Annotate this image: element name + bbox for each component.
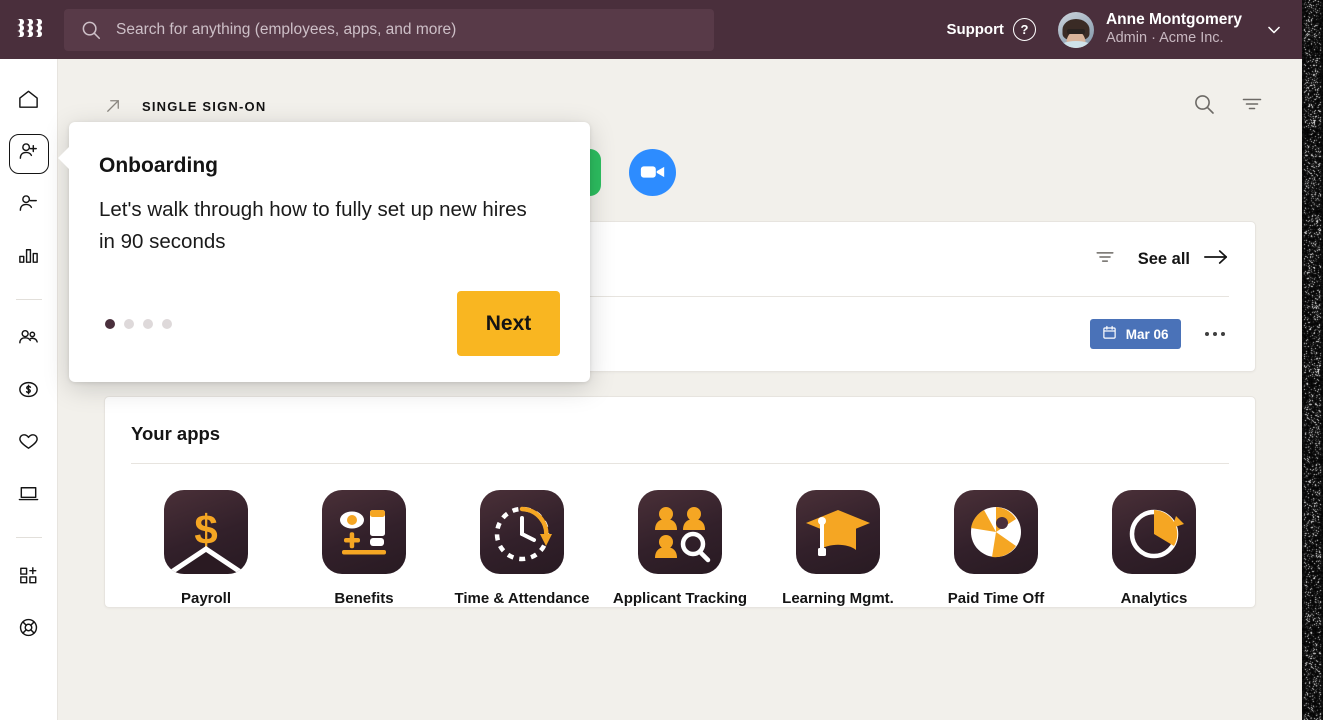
- sidebar-item-offboarding[interactable]: [9, 186, 49, 226]
- rippling-logo-icon[interactable]: [0, 0, 58, 59]
- avatar-body: [1058, 40, 1093, 48]
- popover-title: Onboarding: [99, 154, 218, 177]
- step-dot-2[interactable]: [124, 318, 134, 329]
- support-button[interactable]: Support ?: [946, 18, 1036, 41]
- app-label: Applicant Tracking: [612, 590, 748, 607]
- task-row-actions: Mar 06: [1089, 319, 1230, 349]
- clock-icon: [480, 490, 564, 574]
- sidebar-item-home[interactable]: [9, 82, 49, 122]
- sso-toolbar: [1192, 92, 1264, 121]
- dollar-coin-icon: [17, 378, 40, 406]
- pie-chart-icon: [1112, 490, 1196, 574]
- top-navigation-bar: Support ? Anne Montgomery Admin · Acme I…: [0, 0, 1302, 59]
- user-role: Admin · Acme Inc.: [1105, 30, 1224, 47]
- app-label: Learning Mgmt.: [782, 590, 894, 607]
- person-add-icon: [17, 140, 40, 168]
- avatar[interactable]: [1057, 11, 1094, 48]
- life-ring-icon: [17, 616, 40, 644]
- your-apps-grid: $ Payroll Benefits Time & Attendance App…: [105, 464, 1255, 607]
- support-label: Support: [946, 21, 1004, 38]
- app-tile-analytics[interactable]: Analytics: [1079, 490, 1229, 607]
- tasks-card-actions: See all: [1094, 246, 1229, 273]
- sidebar-item-people[interactable]: [9, 320, 49, 360]
- left-sidebar: [0, 59, 58, 720]
- sidebar-item-benefits[interactable]: [9, 424, 49, 464]
- see-all-label: See all: [1137, 249, 1190, 268]
- app-tile-learning-mgmt[interactable]: Learning Mgmt.: [763, 490, 913, 607]
- step-dot-3[interactable]: [143, 318, 153, 329]
- popover-body: Let's walk through how to fully set up n…: [99, 198, 527, 253]
- person-remove-icon: [17, 192, 40, 220]
- app-tile-paid-time-off[interactable]: Paid Time Off: [921, 490, 1071, 607]
- calendar-icon: [1102, 325, 1117, 343]
- your-apps-card: Your apps $ Payroll Benefits Time & Atte…: [104, 396, 1256, 608]
- sidebar-divider-2: [15, 537, 42, 538]
- step-dot-1[interactable]: [105, 318, 115, 329]
- question-circle-icon: ?: [1012, 18, 1036, 41]
- sidebar-divider-1: [15, 299, 42, 300]
- see-all-button[interactable]: See all: [1138, 247, 1229, 272]
- sidebar-item-help[interactable]: [9, 610, 49, 650]
- popover-footer: Next: [99, 291, 560, 356]
- search-input[interactable]: [116, 20, 698, 39]
- sidebar-item-onboarding[interactable]: [8, 134, 49, 174]
- bar-chart-icon: [17, 244, 40, 272]
- search-icon[interactable]: [1192, 92, 1216, 121]
- search-icon: [80, 19, 102, 41]
- next-button[interactable]: Next: [457, 291, 560, 356]
- screen-edge-artifact: [1302, 0, 1323, 720]
- avatar-glasses: [1066, 28, 1085, 34]
- payroll-dollar-envelope-icon: $: [164, 490, 248, 574]
- people-search-icon: [638, 490, 722, 574]
- filter-icon[interactable]: [1240, 92, 1264, 121]
- grid-add-icon: [17, 564, 40, 592]
- graduation-cap-icon: [796, 490, 880, 574]
- your-apps-title: Your apps: [131, 423, 221, 444]
- sidebar-item-reports[interactable]: [9, 238, 49, 278]
- app-tile-applicant-tracking[interactable]: Applicant Tracking: [605, 490, 755, 607]
- chevron-down-icon[interactable]: [1264, 20, 1284, 40]
- app-tile-benefits[interactable]: Benefits: [289, 490, 439, 607]
- noise-canvas: [1302, 0, 1323, 720]
- app-label: Payroll: [180, 590, 232, 607]
- sso-app-zoom[interactable]: [629, 148, 676, 196]
- due-date-label: Mar 06: [1125, 326, 1169, 342]
- filter-icon[interactable]: [1094, 246, 1116, 273]
- app-label: Paid Time Off: [947, 590, 1045, 607]
- step-dot-4[interactable]: [162, 318, 172, 329]
- home-icon: [17, 88, 40, 116]
- step-indicator: [105, 318, 172, 329]
- sidebar-item-payroll[interactable]: [9, 372, 49, 412]
- user-menu[interactable]: Anne Montgomery Admin · Acme Inc.: [1106, 11, 1242, 48]
- beach-ball-icon: [954, 490, 1038, 574]
- ellipsis-icon[interactable]: [1201, 326, 1230, 343]
- benefits-pill-icon: [322, 490, 406, 574]
- app-tile-time-attendance[interactable]: Time & Attendance: [447, 490, 597, 607]
- global-search-bar[interactable]: [64, 8, 714, 51]
- app-label: Analytics: [1120, 590, 1188, 607]
- arrow-up-right-icon: [104, 97, 122, 115]
- laptop-icon: [17, 482, 40, 510]
- heart-icon: [17, 430, 40, 458]
- top-bar-right-cluster: Support ? Anne Montgomery Admin · Acme I…: [946, 0, 1302, 59]
- app-root: Support ? Anne Montgomery Admin · Acme I…: [0, 0, 1323, 720]
- app-label: Benefits: [334, 590, 394, 607]
- onboarding-popover: Onboarding Let's walk through how to ful…: [58, 122, 590, 382]
- sidebar-item-apps[interactable]: [9, 558, 49, 598]
- sidebar-item-devices[interactable]: [9, 476, 49, 516]
- app-label: Time & Attendance: [454, 590, 590, 607]
- svg-text:$: $: [194, 506, 217, 553]
- user-name: Anne Montgomery: [1105, 11, 1242, 29]
- arrow-right-icon: [1203, 247, 1229, 272]
- status-badge[interactable]: Mar 06: [1089, 319, 1181, 349]
- people-icon: [17, 326, 40, 354]
- app-tile-payroll[interactable]: $ Payroll: [131, 490, 281, 607]
- page-title: SINGLE SIGN-ON: [142, 98, 267, 114]
